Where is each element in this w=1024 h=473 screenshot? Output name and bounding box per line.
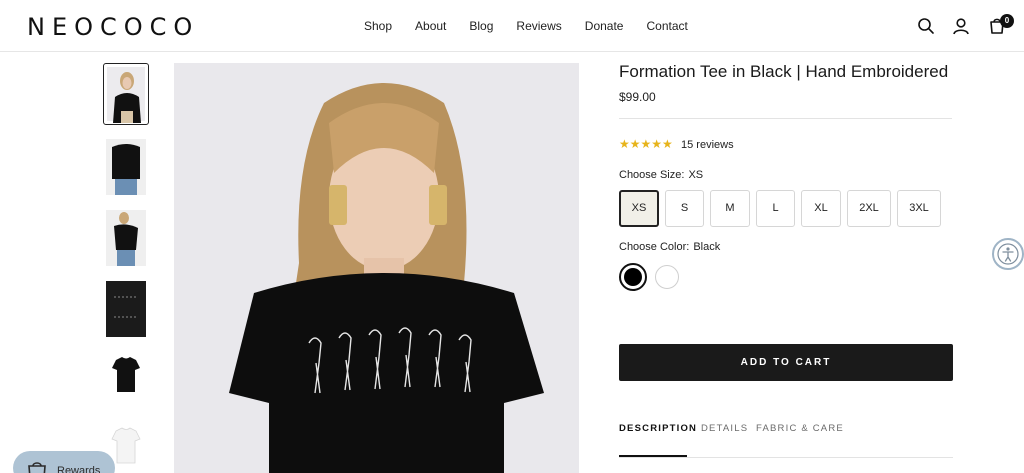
thumbnail-2[interactable] [103, 136, 149, 198]
reviews-link[interactable]: 15 reviews [681, 139, 734, 151]
product-title: Formation Tee in Black | Hand Embroidere… [619, 62, 949, 81]
size-label-text: Choose Size: [619, 169, 685, 181]
tabs-divider [619, 457, 953, 458]
add-to-cart-button[interactable]: ADD TO CART [619, 344, 953, 381]
tab-fabric-care[interactable]: FABRIC & CARE [756, 423, 844, 434]
size-l[interactable]: L [756, 190, 795, 227]
site-header: NEOCOCO Shop About Blog Reviews Donate C… [0, 0, 1024, 52]
accessibility-button[interactable] [992, 238, 1024, 270]
color-swatch-black[interactable] [619, 263, 647, 291]
nav-reviews[interactable]: Reviews [516, 19, 561, 33]
nav-donate[interactable]: Donate [585, 19, 624, 33]
accessibility-icon [997, 243, 1019, 265]
color-selected-value: Black [693, 241, 721, 253]
size-xl[interactable]: XL [801, 190, 841, 227]
size-3xl[interactable]: 3XL [897, 190, 941, 227]
thumbnail-4[interactable] [103, 278, 149, 340]
product-price: $99.00 [619, 90, 656, 104]
color-swatch-white[interactable] [655, 265, 679, 289]
rating-stars[interactable]: ★★★★★ [619, 137, 673, 151]
cart-count-badge: 0 [1000, 14, 1014, 28]
thumbnail-1[interactable] [103, 63, 149, 125]
nav-about[interactable]: About [415, 19, 446, 33]
tab-description[interactable]: DESCRIPTION [619, 423, 697, 434]
size-2xl[interactable]: 2XL [847, 190, 891, 227]
size-label: Choose Size: XS [619, 169, 703, 181]
color-label: Choose Color: Black [619, 241, 720, 253]
size-m[interactable]: M [710, 190, 750, 227]
size-selected-value: XS [688, 169, 704, 181]
nav-contact[interactable]: Contact [646, 19, 687, 33]
thumbnail-5[interactable] [103, 349, 149, 411]
size-xs[interactable]: XS [619, 190, 659, 227]
nav-blog[interactable]: Blog [469, 19, 493, 33]
size-s[interactable]: S [665, 190, 704, 227]
thumbnail-3[interactable] [103, 207, 149, 269]
main-nav: Shop About Blog Reviews Donate Contact [364, 19, 711, 33]
brand-logo[interactable]: NEOCOCO [27, 13, 199, 41]
shopping-bag-icon [28, 462, 46, 473]
product-main-image[interactable] [174, 63, 579, 473]
divider [619, 118, 952, 119]
nav-shop[interactable]: Shop [364, 19, 392, 33]
color-label-text: Choose Color: [619, 241, 690, 253]
tab-details[interactable]: DETAILS [701, 423, 748, 434]
model-photo [174, 63, 579, 473]
rewards-label[interactable]: Rewards [57, 465, 100, 473]
search-icon[interactable] [916, 16, 936, 36]
account-icon[interactable] [951, 16, 971, 36]
